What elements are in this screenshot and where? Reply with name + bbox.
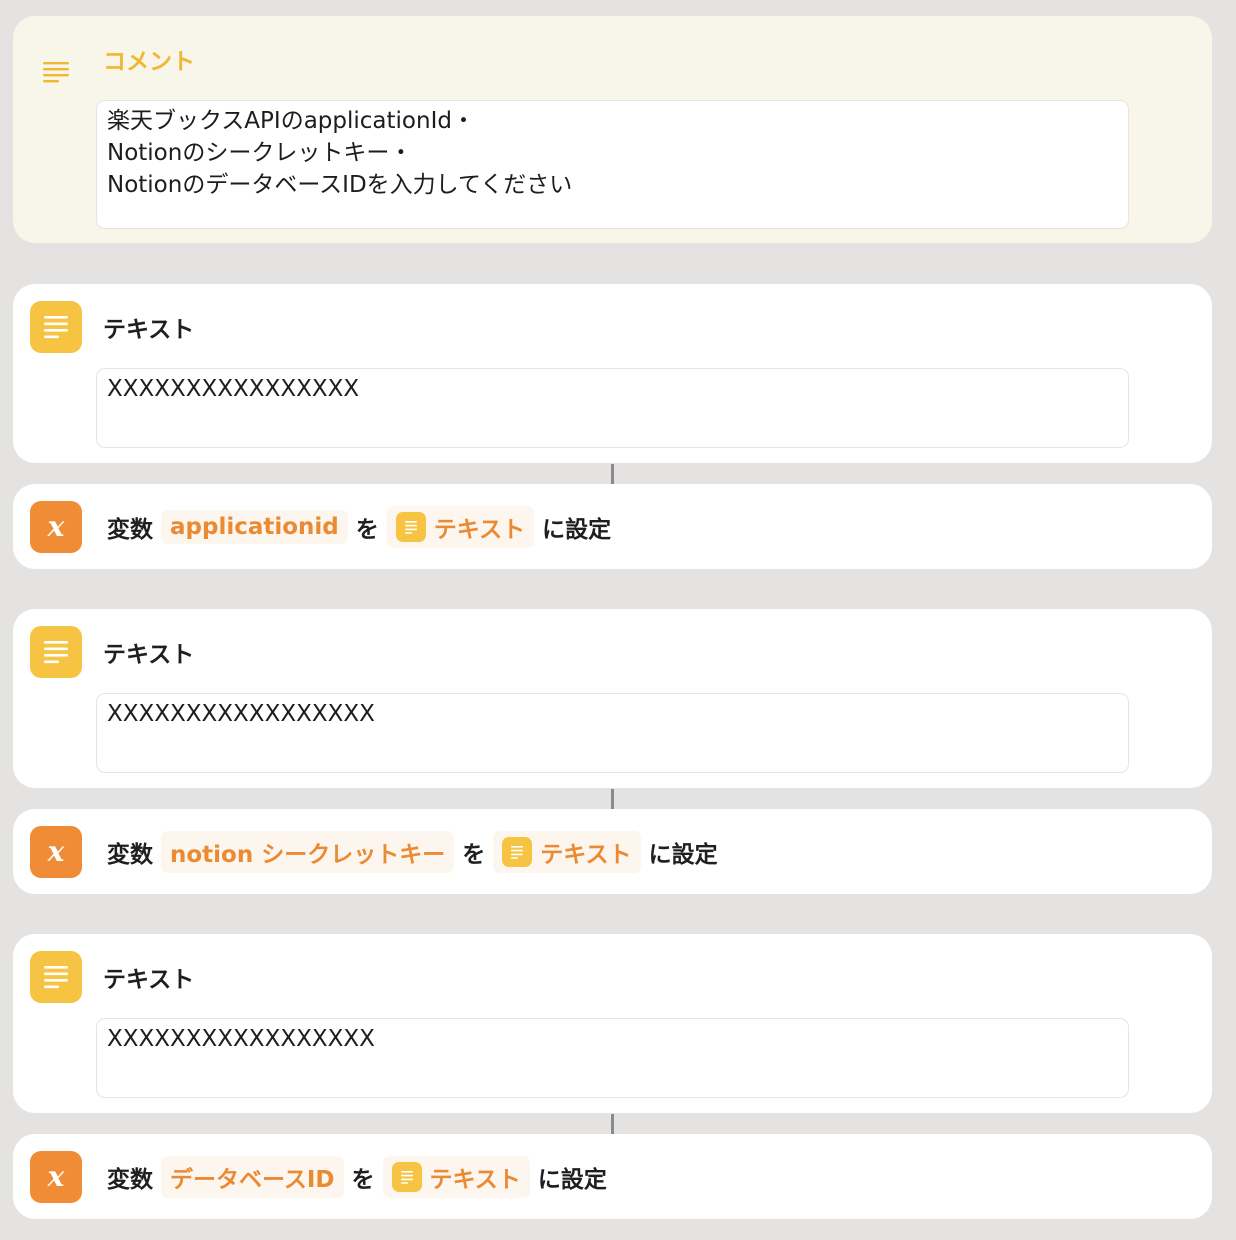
variable-name: データベースID bbox=[170, 1166, 335, 1193]
text-value-field[interactable]: XXXXXXXXXXXXXXXXX bbox=[96, 1018, 1129, 1098]
text-value-field[interactable]: XXXXXXXXXXXXXXXX bbox=[96, 368, 1129, 448]
flow-connector bbox=[611, 789, 614, 809]
comment-title: コメント bbox=[103, 49, 195, 75]
text-lines-icon bbox=[30, 626, 82, 678]
variable-suffix: に設定 bbox=[537, 1166, 607, 1193]
variable-particle: を bbox=[462, 841, 486, 868]
flow-connector bbox=[611, 464, 614, 484]
flow-connector bbox=[611, 1114, 614, 1134]
variable-name-token[interactable]: データベースID bbox=[161, 1155, 344, 1198]
text-action-title: テキスト bbox=[103, 317, 195, 343]
variable-particle: を bbox=[351, 1166, 375, 1193]
input-token[interactable]: テキスト bbox=[493, 830, 641, 873]
comment-lines-icon bbox=[30, 46, 82, 98]
variable-prefix: 変数 bbox=[107, 516, 153, 543]
comment-text-field[interactable]: 楽天ブックスAPIのapplicationId・ Notionのシークレットキー… bbox=[96, 100, 1129, 229]
variable-x-icon: x bbox=[30, 501, 82, 553]
text-lines-icon bbox=[391, 1161, 422, 1192]
variable-x-icon: x bbox=[30, 826, 82, 878]
variable-name: notion シークレットキー bbox=[170, 841, 446, 868]
set-variable-card[interactable]: x 変数 データベースID を テキスト に設定 bbox=[13, 1134, 1212, 1219]
text-action-card[interactable]: テキスト XXXXXXXXXXXXXXXX bbox=[13, 284, 1212, 463]
variable-name-token[interactable]: applicationid bbox=[161, 509, 348, 544]
variable-name-token[interactable]: notion シークレットキー bbox=[161, 830, 455, 873]
variable-suffix: に設定 bbox=[542, 516, 612, 543]
input-token-label: テキスト bbox=[433, 516, 526, 543]
comment-action-card[interactable]: コメント 楽天ブックスAPIのapplicationId・ Notionのシーク… bbox=[13, 16, 1212, 243]
variable-suffix: に設定 bbox=[648, 841, 718, 868]
text-action-card[interactable]: テキスト XXXXXXXXXXXXXXXXX bbox=[13, 934, 1212, 1113]
variable-prefix: 変数 bbox=[107, 1166, 153, 1193]
input-token-label: テキスト bbox=[429, 1166, 521, 1193]
variable-name: applicationid bbox=[170, 513, 339, 540]
text-action-title: テキスト bbox=[103, 642, 195, 668]
text-action-title: テキスト bbox=[103, 967, 195, 993]
text-value-field[interactable]: XXXXXXXXXXXXXXXXX bbox=[96, 693, 1129, 773]
input-token[interactable]: テキスト bbox=[382, 1155, 530, 1198]
text-lines-icon bbox=[30, 301, 82, 353]
set-variable-card[interactable]: x 変数 applicationid を テキスト に設定 bbox=[13, 484, 1212, 569]
variable-particle: を bbox=[355, 516, 379, 543]
text-action-card[interactable]: テキスト XXXXXXXXXXXXXXXXX bbox=[13, 609, 1212, 788]
text-lines-icon bbox=[395, 511, 426, 542]
set-variable-card[interactable]: x 変数 notion シークレットキー を テキスト に設定 bbox=[13, 809, 1212, 894]
variable-prefix: 変数 bbox=[107, 841, 153, 868]
text-lines-icon bbox=[30, 951, 82, 1003]
input-token-label: テキスト bbox=[540, 841, 632, 868]
input-token[interactable]: テキスト bbox=[386, 505, 535, 548]
variable-x-icon: x bbox=[30, 1151, 82, 1203]
text-lines-icon bbox=[502, 836, 533, 867]
